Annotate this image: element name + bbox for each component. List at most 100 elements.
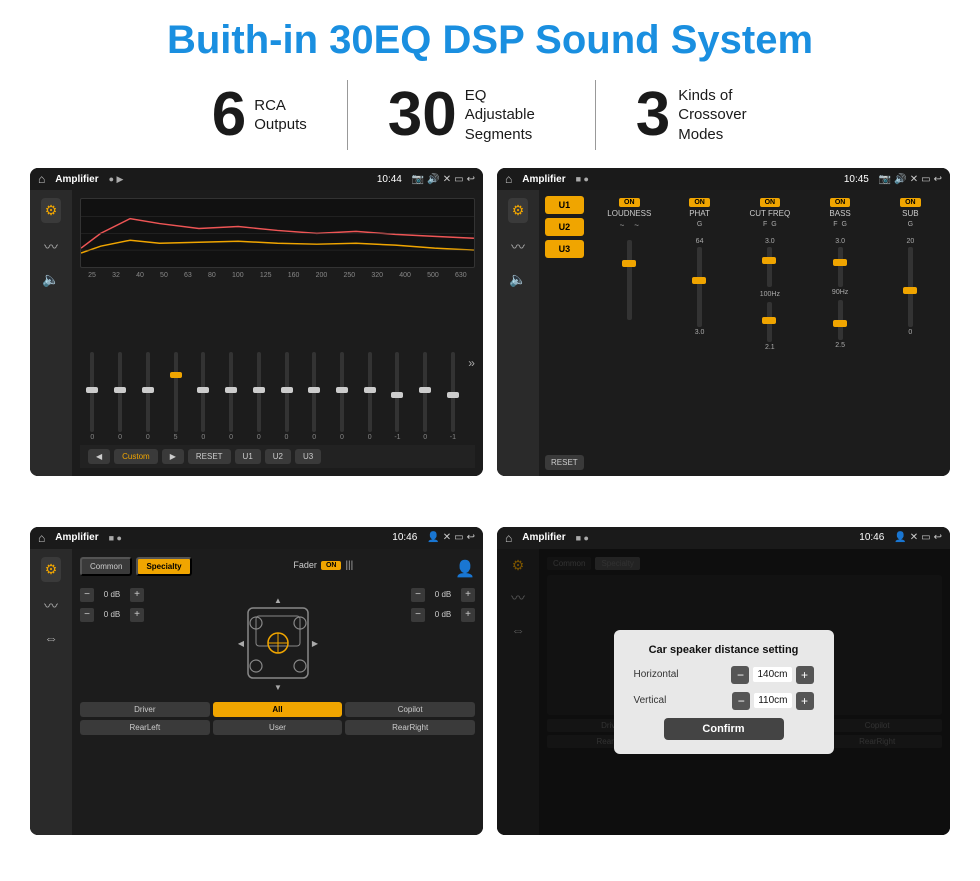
status-bar-4: ⌂ Amplifier ■ ● 10:46 👤 ✕ ▭ ↩ [497, 527, 950, 549]
time-1: 10:44 [377, 174, 402, 185]
rect-icon-2: ▭ [921, 174, 930, 185]
app-name-2: Amplifier [522, 174, 565, 185]
screen2-body: ⚙ 〰 🔈 U1 U2 U3 RESET [497, 190, 950, 476]
rearright-btn[interactable]: RearRight [345, 720, 475, 735]
rearleft-btn[interactable]: RearLeft [80, 720, 210, 735]
db-minus-3[interactable]: − [411, 588, 425, 602]
speaker-icon-2[interactable]: 🔈 [509, 271, 526, 288]
all-btn[interactable]: All [213, 702, 343, 717]
person-icon-3: 👤 [427, 532, 439, 543]
wave-icon-3[interactable]: 〰 [44, 596, 58, 616]
wave-icon[interactable]: 〰 [44, 237, 58, 257]
next-btn[interactable]: ▶ [162, 449, 184, 464]
custom-btn[interactable]: Custom [114, 449, 158, 464]
db-val-4: 0 dB [429, 610, 457, 619]
screens-grid: ⌂ Amplifier ● ▶ 10:44 📷 🔊 ✕ ▭ ↩ ⚙ 〰 🔈 [30, 168, 950, 871]
svg-text:◀: ◀ [238, 639, 245, 648]
screen-crossover: ⌂ Amplifier ■ ● 10:45 📷 🔊 ✕ ▭ ↩ ⚙ 〰 🔈 [497, 168, 950, 476]
vertical-value: 110cm [754, 693, 791, 708]
eq-icon-3[interactable]: ⚙ [41, 557, 62, 582]
horizontal-minus[interactable]: − [731, 666, 749, 684]
db-plus-1[interactable]: + [130, 588, 144, 602]
eq-sliders-row: 0 0 0 5 [80, 285, 475, 445]
u2-btn[interactable]: U2 [265, 449, 291, 464]
db-plus-3[interactable]: + [461, 588, 475, 602]
expand-icon-3[interactable]: ⇔ [44, 630, 58, 646]
u2-crossover-btn[interactable]: U2 [545, 218, 584, 236]
confirm-button[interactable]: Confirm [664, 718, 784, 740]
screen4-body: ⚙ 〰 ⇔ Common Specialty Driver All [497, 549, 950, 835]
db-row-4: − 0 dB + [411, 608, 475, 622]
stat-crossover-number: 3 [636, 84, 670, 146]
sub-label: SUB [902, 209, 918, 218]
user-btn[interactable]: User [213, 720, 343, 735]
db-plus-4[interactable]: + [461, 608, 475, 622]
modal-title: Car speaker distance setting [634, 644, 814, 656]
reset-btn-2[interactable]: RESET [545, 455, 584, 470]
rect-icon-1: ▭ [454, 174, 463, 185]
app-name-4: Amplifier [522, 532, 565, 543]
specialty-tab[interactable]: Specialty [136, 557, 191, 576]
left-panel-1: ⚙ 〰 🔈 [30, 190, 72, 476]
page-container: Buith-in 30EQ DSP Sound System 6 RCAOutp… [0, 0, 980, 881]
dots-4: ■ ● [576, 533, 589, 543]
svg-text:▲: ▲ [274, 596, 282, 605]
sub-col: ON SUB G [877, 196, 944, 232]
u1-btn[interactable]: U1 [235, 449, 261, 464]
volume-icon-1: 🔊 [427, 174, 439, 185]
stat-rca-number: 6 [212, 84, 246, 146]
u1-crossover-btn[interactable]: U1 [545, 196, 584, 214]
loudness-col: ON LOUDNESS ~~ [596, 196, 663, 232]
speaker-top: Common Specialty Fader ON ||| 👤 [80, 557, 475, 582]
status-bar-2: ⌂ Amplifier ■ ● 10:45 📷 🔊 ✕ ▭ ↩ [497, 168, 950, 190]
loudness-label: LOUDNESS [607, 209, 651, 218]
more-icon[interactable]: » [468, 356, 475, 370]
db-plus-2[interactable]: + [130, 608, 144, 622]
fader-label: Fader [293, 560, 317, 570]
tab-row-3: Common Specialty [80, 557, 192, 576]
horizontal-row: Horizontal − 140cm + [634, 666, 814, 684]
cutfreq-col: ON CUT FREQ FG [736, 196, 803, 232]
copilot-btn[interactable]: Copilot [345, 702, 475, 717]
eq-slider-10: 0 [330, 352, 355, 441]
horizontal-value: 140cm [753, 667, 791, 682]
reset-btn-1[interactable]: RESET [188, 449, 231, 464]
prev-btn[interactable]: ◀ [88, 449, 110, 464]
horizontal-plus[interactable]: + [796, 666, 814, 684]
db-minus-1[interactable]: − [80, 588, 94, 602]
driver-btn[interactable]: Driver [80, 702, 210, 717]
horizontal-control: − 140cm + [731, 666, 813, 684]
u-buttons: U1 U2 U3 RESET [545, 196, 584, 470]
common-tab[interactable]: Common [80, 557, 132, 576]
u3-crossover-btn[interactable]: U3 [545, 240, 584, 258]
vertical-minus[interactable]: − [732, 692, 750, 710]
eq-freq-labels: 253240506380100125160200250320400500630 [80, 272, 475, 279]
home-icon-3: ⌂ [38, 531, 45, 545]
channel-sliders: 64 3.0 3.0 100Hz [596, 236, 944, 470]
eq-main: 253240506380100125160200250320400500630 … [72, 190, 483, 476]
u3-btn[interactable]: U3 [295, 449, 321, 464]
fader-on-badge: ON [321, 561, 342, 570]
phat-col: ON PHAT G [666, 196, 733, 232]
dots-3: ■ ● [109, 533, 122, 543]
db-val-2: 0 dB [98, 610, 126, 619]
camera-icon-2: 📷 [879, 174, 891, 185]
eq-slider-4: 5 [163, 352, 188, 441]
wave-icon-2[interactable]: 〰 [511, 237, 525, 257]
db-minus-4[interactable]: − [411, 608, 425, 622]
time-4: 10:46 [859, 532, 884, 543]
dots-1: ● ▶ [109, 174, 124, 185]
home-icon-4: ⌂ [505, 531, 512, 545]
speaker-icon[interactable]: 🔈 [42, 271, 59, 288]
db-row-1: − 0 dB + [80, 588, 144, 602]
distance-modal: Car speaker distance setting Horizontal … [614, 630, 834, 754]
crossover-left-panel: ⚙ 〰 🔈 [497, 190, 539, 476]
fader-row: Fader ON ||| [293, 560, 353, 571]
eq-icon[interactable]: ⚙ [41, 198, 62, 223]
db-minus-2[interactable]: − [80, 608, 94, 622]
eq-icon-2[interactable]: ⚙ [508, 198, 529, 223]
vertical-plus[interactable]: + [796, 692, 814, 710]
home-icon-1: ⌂ [38, 172, 45, 186]
stat-rca-desc: RCAOutputs [254, 96, 307, 135]
eq-graph [80, 198, 475, 268]
